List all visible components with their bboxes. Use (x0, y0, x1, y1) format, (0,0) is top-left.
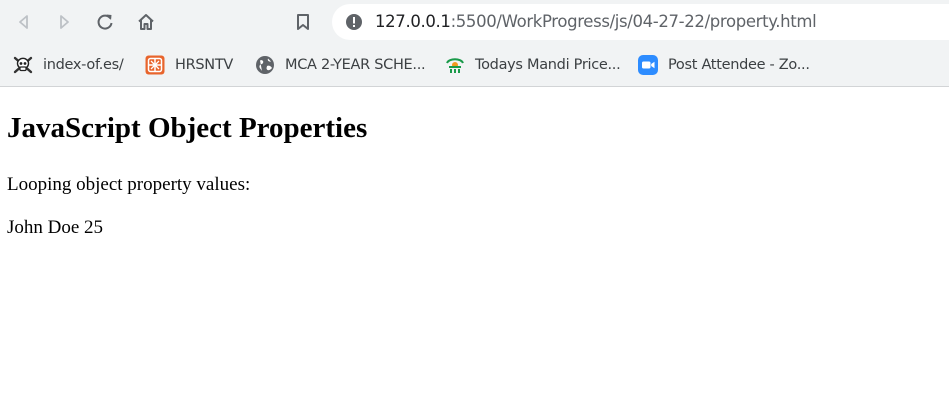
page-heading: JavaScript Object Properties (7, 112, 368, 144)
arrow-forward-icon (60, 15, 69, 29)
grid-logo-icon (145, 55, 165, 75)
back-button[interactable] (9, 7, 39, 37)
arrow-back-icon (19, 15, 28, 29)
bookmarks-bar: index-of.es/ HRSNTV MCA 2-YEAR SCHE... T… (0, 44, 949, 87)
page-content: JavaScript Object Properties Looping obj… (0, 88, 949, 400)
bookmark-zoom-attendee[interactable]: Post Attendee - Zo... (638, 52, 810, 78)
zoom-camera-icon (638, 55, 658, 75)
url-text[interactable]: 127.0.0.1:5500/WorkProgress/js/04-27-22/… (375, 12, 817, 31)
address-bar[interactable]: 127.0.0.1:5500/WorkProgress/js/04-27-22/… (332, 4, 949, 40)
bookmark-hrsntv[interactable]: HRSNTV (145, 52, 233, 78)
bookmark-label: index-of.es/ (43, 57, 124, 73)
skull-icon (13, 56, 33, 74)
reload-button[interactable] (90, 7, 120, 37)
bookmark-label: Post Attendee - Zo... (668, 57, 810, 73)
bookmark-mandi-price[interactable]: Todays Mandi Price... (445, 52, 621, 78)
bookmark-index-of[interactable]: index-of.es/ (13, 52, 124, 78)
globe-icon (256, 56, 274, 74)
bookmark-label: MCA 2-YEAR SCHE... (285, 57, 426, 73)
mandi-logo-icon (446, 58, 464, 73)
info-icon[interactable] (345, 13, 363, 31)
output-paragraph: John Doe 25 (7, 217, 104, 238)
home-icon (138, 14, 154, 30)
home-button[interactable] (131, 7, 161, 37)
bookmark-mca-schedule[interactable]: MCA 2-YEAR SCHE... (255, 52, 426, 78)
description-paragraph: Looping object property values: (7, 174, 251, 195)
bookmark-label: HRSNTV (175, 57, 234, 73)
bookmark-icon (297, 14, 309, 30)
url-path: :5500/WorkProgress/js/04-27-22/property.… (450, 12, 817, 31)
reload-icon (97, 14, 113, 30)
bookmark-star-button[interactable] (288, 7, 318, 37)
browser-toolbar: 127.0.0.1:5500/WorkProgress/js/04-27-22/… (0, 0, 949, 44)
bookmark-label: Todays Mandi Price... (475, 57, 621, 73)
url-host: 127.0.0.1 (375, 12, 451, 31)
forward-button[interactable] (49, 7, 79, 37)
